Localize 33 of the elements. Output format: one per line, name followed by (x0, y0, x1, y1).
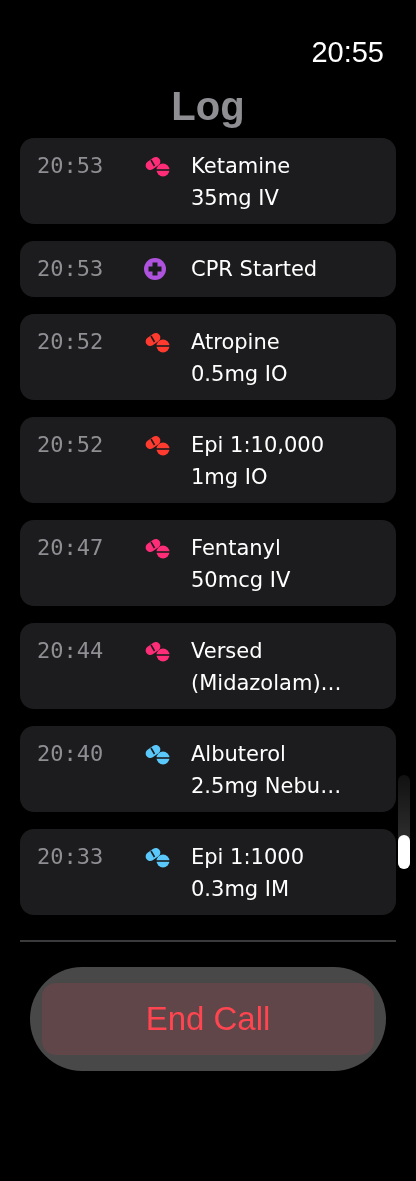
entry-time: 20:44 (37, 637, 105, 665)
entry-title: Ketamine (191, 153, 291, 180)
entry-time: 20:40 (37, 740, 105, 768)
log-entry-card[interactable]: 20:40 Albuterol 2.5mg Nebu… (20, 726, 396, 812)
entry-time: 20:53 (37, 152, 105, 180)
log-entry-card[interactable]: 20:47 Fentanyl 50mcg IV (20, 520, 396, 606)
clock-time: 20:55 (311, 35, 384, 70)
entry-time: 20:53 (37, 255, 105, 283)
entry-time: 20:52 (37, 431, 105, 459)
entry-title: Epi 1:1000 (191, 844, 304, 871)
entry-detail: 1mg IO (191, 464, 269, 491)
page-title: Log (171, 83, 245, 130)
entry-title: CPR Started (191, 256, 318, 283)
log-entry-card[interactable]: 20:53 CPR Started (20, 241, 396, 297)
entry-title: Versed (191, 638, 264, 665)
entry-detail: 35mg IV (191, 185, 280, 212)
entry-detail: 0.5mg IO (191, 361, 288, 388)
entry-title: Atropine (191, 329, 281, 356)
log-entry-card[interactable]: 20:52 Epi 1:10,000 1mg IO (20, 417, 396, 503)
entry-detail: 0.3mg IM (191, 876, 291, 903)
entry-title: Epi 1:10,000 (191, 432, 325, 459)
log-entry-card[interactable]: 20:52 Atropine 0.5mg IO (20, 314, 396, 400)
entry-title: Albuterol (191, 741, 287, 768)
log-entry-card[interactable]: 20:44 Versed (Midazolam)… (20, 623, 396, 709)
entry-detail: 50mcg IV (191, 567, 291, 594)
entry-time: 20:33 (37, 843, 105, 871)
entry-detail: (Midazolam)… (191, 670, 342, 697)
log-entry-card[interactable]: 20:33 Epi 1:1000 0.3mg IM (20, 829, 396, 915)
log-entry-card[interactable]: 20:53 Ketamine 35mg IV (20, 138, 396, 224)
entry-time: 20:52 (37, 328, 105, 356)
entry-time: 20:47 (37, 534, 105, 562)
entry-detail: 2.5mg Nebu… (191, 773, 342, 800)
entry-title: Fentanyl (191, 535, 282, 562)
